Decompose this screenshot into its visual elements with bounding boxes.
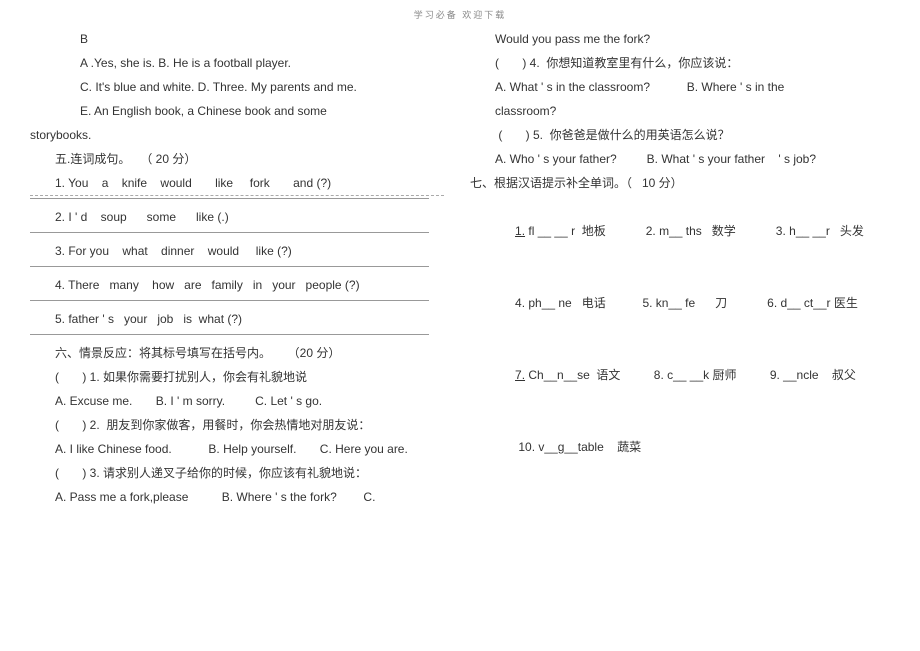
q5-4: 4. There many how are family in your peo… bbox=[30, 273, 450, 297]
right-column: Would you pass me the fork? ( ) 4. 你想知道教… bbox=[470, 27, 890, 509]
word-row-1: 1. fl __ __ r 地板 2. m__ ths 数学 3. h__ __… bbox=[470, 195, 890, 267]
s6-q3-options: A. Pass me a fork,please B. Where ' s th… bbox=[30, 485, 450, 509]
word-2: 2. m__ ths 数学 bbox=[646, 224, 736, 238]
content-columns: B A .Yes, she is. B. He is a football pl… bbox=[0, 27, 920, 509]
word-7-num: 7. bbox=[515, 368, 525, 382]
section-7-title: 七、根据汉语提示补全单词。（ 10 分） bbox=[470, 171, 890, 195]
s6-q3: ( ) 3. 请求别人递叉子给你的时候，你应该有礼貌地说： bbox=[30, 461, 450, 485]
word-9: 9. __ncle 叔父 bbox=[770, 368, 856, 382]
s6-q4-options-cont: classroom? bbox=[470, 99, 890, 123]
s6-q1: ( ) 1. 如果你需要打扰别人，你会有礼貌地说 bbox=[30, 365, 450, 389]
blank-1 bbox=[30, 198, 429, 199]
q5-3: 3. For you what dinner would like (?) bbox=[30, 239, 450, 263]
word-row-2: 4. ph__ ne 电话 5. kn__ fe 刀 6. d__ ct__r … bbox=[470, 267, 890, 339]
dotted-separator bbox=[30, 195, 444, 196]
section-5-title: 五.连词成句。 （ 20 分） bbox=[30, 147, 450, 171]
word-6: 6. d__ ct__r 医生 bbox=[767, 296, 858, 310]
s6-q2: ( ) 2. 朋友到你家做客，用餐时，你会热情地对朋友说： bbox=[30, 413, 450, 437]
s6-q4: ( ) 4. 你想知道教室里有什么，你应该说： bbox=[470, 51, 890, 75]
blank-2 bbox=[30, 232, 429, 233]
s6-q1-options: A. Excuse me. B. I ' m sorry. C. Let ' s… bbox=[30, 389, 450, 413]
blank-4 bbox=[30, 300, 429, 301]
word-1: fl __ __ r 地板 bbox=[525, 224, 606, 238]
word-7: Ch__n__se 语文 bbox=[525, 368, 620, 382]
q5-2: 2. I ' d soup some like (.) bbox=[30, 205, 450, 229]
answer-choice-e-cont: storybooks. bbox=[30, 123, 450, 147]
answer-choice-e: E. An English book, a Chinese book and s… bbox=[30, 99, 450, 123]
s6-q3-opt-c-cont: Would you pass me the fork? bbox=[470, 27, 890, 51]
page-header: 学习必备 欢迎下载 bbox=[0, 8, 920, 21]
section-6-title: 六、情景反应：将其标号填写在括号内。 （20 分） bbox=[30, 341, 450, 365]
answer-b: B bbox=[30, 27, 450, 51]
blank-5 bbox=[30, 334, 429, 335]
word-10: 10. v__g__table 蔬菜 bbox=[515, 440, 641, 454]
word-3: 3. h__ __r 头发 bbox=[776, 224, 864, 238]
s6-q2-options: A. I like Chinese food. B. Help yourself… bbox=[30, 437, 450, 461]
word-row-4: 10. v__g__table 蔬菜 bbox=[470, 411, 890, 483]
word-4: 4. ph__ ne 电话 bbox=[515, 296, 606, 310]
answer-choices-cd: C. It's blue and white. D. Three. My par… bbox=[30, 75, 450, 99]
word-8: 8. c__ __k 厨师 bbox=[654, 368, 737, 382]
word-row-3: 7. Ch__n__se 语文 8. c__ __k 厨师 9. __ncle … bbox=[470, 339, 890, 411]
word-1-num: 1. bbox=[515, 224, 525, 238]
q5-1: 1. You a knife would like fork and (?) bbox=[30, 171, 450, 195]
s6-q4-options: A. What ' s in the classroom? B. Where '… bbox=[470, 75, 890, 99]
q5-5: 5. father ' s your job is what (?) bbox=[30, 307, 450, 331]
s6-q5: ( ) 5. 你爸爸是做什么的用英语怎么说？ bbox=[470, 123, 890, 147]
blank-3 bbox=[30, 266, 429, 267]
word-5: 5. kn__ fe 刀 bbox=[642, 296, 727, 310]
left-column: B A .Yes, she is. B. He is a football pl… bbox=[30, 27, 450, 509]
s6-q5-options: A. Who ' s your father? B. What ' s your… bbox=[470, 147, 890, 171]
answer-choices-ab: A .Yes, she is. B. He is a football play… bbox=[30, 51, 450, 75]
